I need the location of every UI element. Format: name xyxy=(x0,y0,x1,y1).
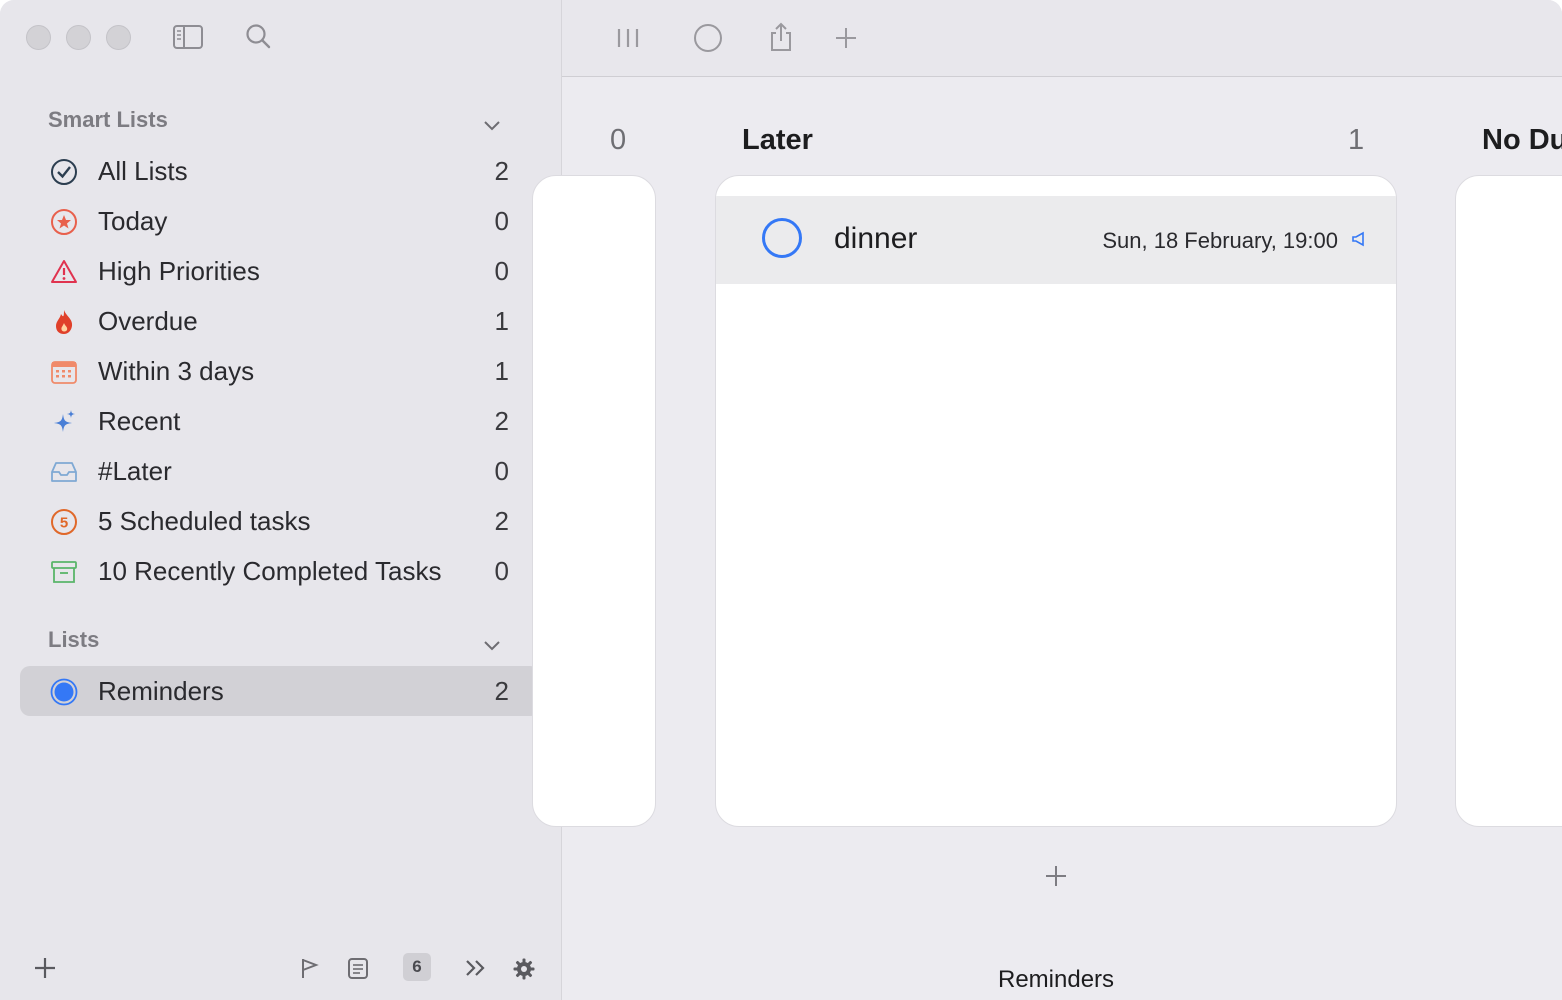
later-column-card: dinner Sun, 18 February, 19:00 xyxy=(715,175,1397,827)
flag-icon[interactable] xyxy=(296,955,322,981)
sidebar-toggle-icon[interactable] xyxy=(170,22,206,52)
share-icon[interactable] xyxy=(766,20,796,54)
later-column-title: Later xyxy=(742,124,813,156)
chevron-down-icon[interactable] xyxy=(480,633,504,657)
star-circle-icon xyxy=(50,208,78,236)
sidebar-item-later[interactable]: #Later 0 xyxy=(20,446,540,496)
sidebar-item-label: Today xyxy=(98,206,168,236)
no-due-column-card xyxy=(1455,175,1562,827)
sidebar-item-label: Within 3 days xyxy=(98,356,255,386)
sidebar-item-count: 2 xyxy=(494,406,509,436)
sidebar-item-label: #Later xyxy=(98,456,172,486)
sidebar-item-high-priorities[interactable]: High Priorities 0 xyxy=(20,246,540,296)
sidebar-item-count: 0 xyxy=(494,256,509,286)
svg-text:5: 5 xyxy=(60,515,68,532)
sidebar-item-5-scheduled-tasks[interactable]: 5 5 Scheduled tasks 2 xyxy=(20,496,540,546)
add-list-icon[interactable] xyxy=(30,955,60,981)
chevrons-right-icon[interactable] xyxy=(460,955,490,981)
lists-header: Lists xyxy=(48,627,100,652)
smart-lists-header: Smart Lists xyxy=(48,107,168,132)
close-window-button[interactable] xyxy=(26,25,51,50)
no-due-column-title: No Du xyxy=(1482,124,1562,156)
checkmark-circle-icon xyxy=(50,158,78,186)
flame-icon xyxy=(50,308,78,336)
sidebar-item-label: All Lists xyxy=(98,156,188,186)
alarm-speaker-icon xyxy=(1350,230,1368,248)
complete-circle-icon[interactable] xyxy=(692,22,724,54)
sidebar: Smart Lists All Lists 2 Today 0 High Priorit… xyxy=(0,0,562,1000)
board-footer-label: Reminders xyxy=(998,966,1115,993)
sidebar-item-label: 5 Scheduled tasks xyxy=(98,506,311,536)
calendar-icon xyxy=(50,358,78,386)
number-five-circle-icon: 5 xyxy=(50,508,78,536)
gear-icon[interactable] xyxy=(510,955,538,983)
sidebar-item-count: 0 xyxy=(494,556,509,586)
later-column-count: 1 xyxy=(1348,124,1365,156)
sidebar-item-label: Recent xyxy=(98,406,181,436)
filled-circle-icon xyxy=(50,678,78,706)
list-item-label: Reminders xyxy=(98,676,224,706)
sparkles-icon xyxy=(50,408,78,436)
list-item-reminders[interactable]: Reminders 2 xyxy=(20,666,540,716)
archive-box-icon xyxy=(50,558,78,586)
sidebar-item-label: 10 Recently Completed Tasks xyxy=(98,556,442,586)
board-area: 0 Later 1 dinner Sun, 18 February, 19:00… xyxy=(532,0,1562,1000)
task-row[interactable]: dinner Sun, 18 February, 19:00 xyxy=(716,196,1396,284)
sidebar-item-overdue[interactable]: Overdue 1 xyxy=(20,296,540,346)
sidebar-item-recent[interactable]: Recent 2 xyxy=(20,396,540,446)
calendar-badge-icon[interactable]: 6 xyxy=(402,952,432,982)
zoom-window-button[interactable] xyxy=(106,25,131,50)
left-column-count: 0 xyxy=(610,124,627,156)
sidebar-item-count: 0 xyxy=(494,456,509,486)
chevron-down-icon[interactable] xyxy=(480,113,504,137)
sidebar-item-count: 2 xyxy=(494,506,509,536)
task-title: dinner xyxy=(834,222,918,255)
add-column-task-icon[interactable] xyxy=(1042,862,1070,890)
search-icon[interactable] xyxy=(242,20,274,52)
sidebar-item-count: 1 xyxy=(494,306,509,336)
columns-icon[interactable] xyxy=(614,24,642,52)
sidebar-item-all-lists[interactable]: All Lists 2 xyxy=(20,146,540,196)
tray-icon xyxy=(50,458,78,486)
sidebar-item-count: 2 xyxy=(494,156,509,186)
notes-icon[interactable] xyxy=(344,955,372,981)
task-due-date: Sun, 18 February, 19:00 xyxy=(1102,228,1338,253)
minimize-window-button[interactable] xyxy=(66,25,91,50)
list-item-count: 2 xyxy=(494,676,509,706)
warning-triangle-icon xyxy=(50,258,78,286)
sidebar-item-10-recently-completed-tasks[interactable]: 10 Recently Completed Tasks 0 xyxy=(20,546,540,596)
calendar-badge: 6 xyxy=(403,953,431,981)
sidebar-item-label: High Priorities xyxy=(98,256,260,286)
sidebar-item-within-3-days[interactable]: Within 3 days 1 xyxy=(20,346,540,396)
sidebar-item-count: 0 xyxy=(494,206,509,236)
left-column-card xyxy=(532,175,656,827)
add-task-icon[interactable] xyxy=(832,24,860,52)
task-complete-checkbox[interactable] xyxy=(762,218,802,258)
app-window: Smart Lists All Lists 2 Today 0 High Priorit… xyxy=(0,0,1562,1000)
sidebar-item-count: 1 xyxy=(494,356,509,386)
sidebar-item-label: Overdue xyxy=(98,306,198,336)
sidebar-item-today[interactable]: Today 0 xyxy=(20,196,540,246)
toolbar xyxy=(562,0,1562,77)
